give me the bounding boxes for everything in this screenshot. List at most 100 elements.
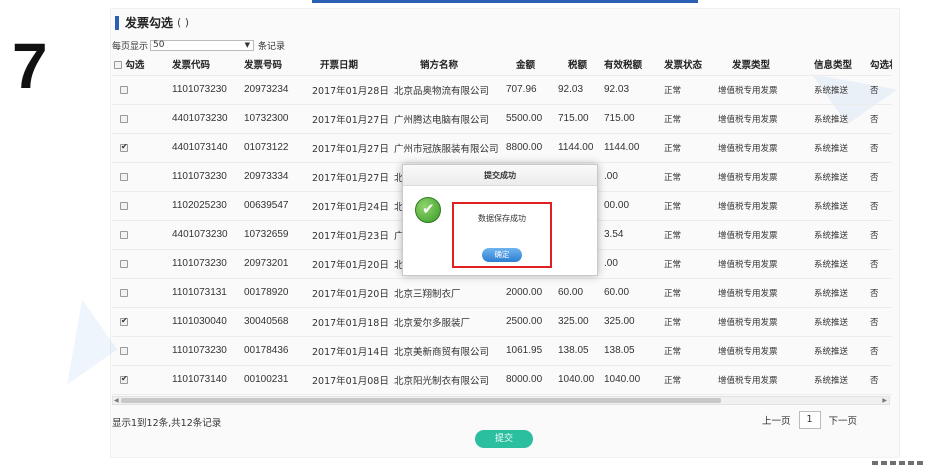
cell-number: 00178436 [242, 335, 308, 365]
cell-date: 2017年01月20日 [308, 248, 390, 278]
prev-page-link[interactable]: 上一页 [762, 413, 791, 427]
row-select-cell [112, 277, 158, 307]
cell-code: 111011225322 [158, 393, 242, 395]
cell-status: 正常 [660, 190, 714, 220]
page-size-select[interactable]: 50 ▼ [150, 40, 255, 51]
cell-select: 否 [864, 277, 892, 307]
record-count: 显示1到12条,共12条记录 [112, 418, 222, 429]
table-row[interactable]: 111011225322003354202017年01月02日广州悦风汽车销售有… [112, 393, 892, 395]
confirm-button[interactable]: 确定 [482, 248, 522, 262]
cell-number: 20973334 [242, 161, 308, 191]
cell-valid-tax: 138.05 [600, 335, 660, 365]
page-size-prefix: 每页显示 [112, 42, 149, 52]
section-count: ( ) [177, 16, 190, 29]
success-check-icon [415, 197, 441, 223]
row-checkbox[interactable] [120, 142, 128, 152]
select-all-checkbox[interactable] [114, 61, 122, 70]
cell-status: 正常 [660, 74, 714, 104]
row-checkbox[interactable] [120, 288, 128, 297]
row-checkbox[interactable] [120, 85, 128, 94]
cell-status: 正常 [660, 161, 714, 191]
table-row[interactable]: 1101073230 00178436 2017年01月14日 北京美新商贸有限公司 1… [112, 335, 892, 365]
table-row[interactable]: 4401073230 10732300 2017年01月27日 广州腾达电脑有限公司 5… [112, 103, 892, 133]
page-size-value: 50 [153, 40, 165, 50]
section-header: 发票勾选 ( ) [115, 14, 189, 31]
cell-code: 1101073230 [158, 248, 242, 278]
row-checkbox[interactable] [120, 230, 128, 239]
column-header: 发票状态 [664, 59, 703, 71]
cell-number: 00335420 [242, 393, 308, 395]
scroll-thumb[interactable] [121, 398, 721, 403]
top-accent-line [312, 0, 698, 3]
cell-code: 1101030040 [158, 306, 242, 336]
cell-code: 1101073140 [158, 364, 242, 394]
table-row[interactable]: 1101073131 00178920 2017年01月20日 北京三翔制衣厂 2000… [112, 277, 892, 307]
row-checkbox[interactable] [120, 259, 128, 268]
cell-number: 20973234 [242, 74, 308, 104]
cell-tax: 92.03 [554, 74, 600, 104]
row-select-cell [112, 393, 158, 395]
section-title: 发票勾选 [125, 16, 174, 30]
cell-type: 增值税专用发票 [714, 277, 806, 307]
row-checkbox[interactable] [120, 114, 128, 123]
table-row[interactable]: 1101030040300405682017年01月18日北京爱尔多服装厂250… [112, 306, 892, 336]
row-checkbox[interactable] [120, 201, 128, 210]
row-checkbox[interactable] [120, 374, 128, 384]
cell-number: 00639547 [242, 190, 308, 220]
highlight-box: 数据保存成功 确定 [452, 202, 552, 268]
cell-valid-tax: .00 [600, 161, 660, 191]
cell-date: 2017年01月08日 [308, 364, 390, 394]
cell-status: 正常 [660, 393, 714, 395]
cell-select: 否 [864, 248, 892, 278]
cell-seller: 北京品奥物流有限公司 [390, 74, 502, 104]
cell-number: 00100231 [242, 364, 308, 394]
table-row[interactable]: 1101073140001002312017年01月08日北京阳光制衣有限公司8… [112, 364, 892, 394]
table-header-row: 勾选 发票代码 发票号码 开票日期 销方名称 金额 税额 有效税额 发票状态 发… [112, 53, 892, 75]
corner-fragment [872, 461, 924, 465]
cell-tax: 1144.00 [554, 132, 600, 162]
cell-number: 01073122 [242, 132, 308, 162]
scroll-left-icon[interactable]: ◀ [114, 397, 119, 404]
column-header: 销方名称 [420, 59, 459, 71]
chevron-down-icon: ▼ [244, 41, 251, 49]
cell-info: 系统推送 [806, 364, 864, 394]
watermark-graphic: ◢ [18, 280, 123, 393]
cell-info: 系统推送 [806, 219, 864, 249]
scroll-right-icon[interactable]: ▶ [882, 397, 887, 404]
success-dialog: 提交成功 数据保存成功 确定 [402, 164, 598, 276]
row-checkbox[interactable] [120, 172, 128, 181]
table-row[interactable]: 1101073230 20973234 2017年01月28日 北京品奥物流有限公司 7… [112, 74, 892, 104]
cell-date: 2017年01月27日 [308, 103, 390, 133]
page-number[interactable]: 1 [798, 411, 821, 429]
pagination: 上一页 1 下一页 [762, 411, 857, 429]
step-number: 7 [12, 30, 48, 102]
cell-type: 机动车销售统一发票 [714, 393, 806, 395]
horizontal-scrollbar[interactable]: ◀ ▶ [112, 396, 890, 405]
cell-status: 正常 [660, 219, 714, 249]
cell-status: 正常 [660, 364, 714, 394]
cell-info: 系统推送 [806, 74, 864, 104]
submit-button[interactable]: 提交 [475, 430, 533, 448]
cell-info: 系统推送 [806, 161, 864, 191]
cell-tax: 325.00 [554, 306, 600, 336]
cell-amount: 2000.00 [502, 277, 554, 307]
table-row[interactable]: 4401073140010731222017年01月27日广州市冠族服装有限公司… [112, 132, 892, 162]
cell-amount: 707.96 [502, 74, 554, 104]
cell-type: 增值税专用发票 [714, 248, 806, 278]
cell-number: 10732300 [242, 103, 308, 133]
row-select-cell [112, 103, 158, 133]
next-page-link[interactable]: 下一页 [829, 413, 858, 427]
cell-number: 10732659 [242, 219, 308, 249]
cell-seller: 广州市冠族服装有限公司 [390, 132, 502, 162]
screen: 7 ◢ ◣ 发票勾选 ( ) 每页显示 50 ▼ 条记录 勾选 [0, 0, 934, 465]
cell-valid-tax: 325.00 [600, 306, 660, 336]
cell-type: 增值税专用发票 [714, 103, 806, 133]
cell-type: 增值税专用发票 [714, 364, 806, 394]
cell-date: 2017年01月27日 [308, 132, 390, 162]
cell-type: 增值税专用发票 [714, 132, 806, 162]
cell-type: 增值税专用发票 [714, 190, 806, 220]
row-checkbox[interactable] [120, 346, 128, 355]
row-select-cell [112, 74, 158, 104]
cell-code: 4401073140 [158, 132, 242, 162]
row-checkbox[interactable] [120, 316, 128, 326]
